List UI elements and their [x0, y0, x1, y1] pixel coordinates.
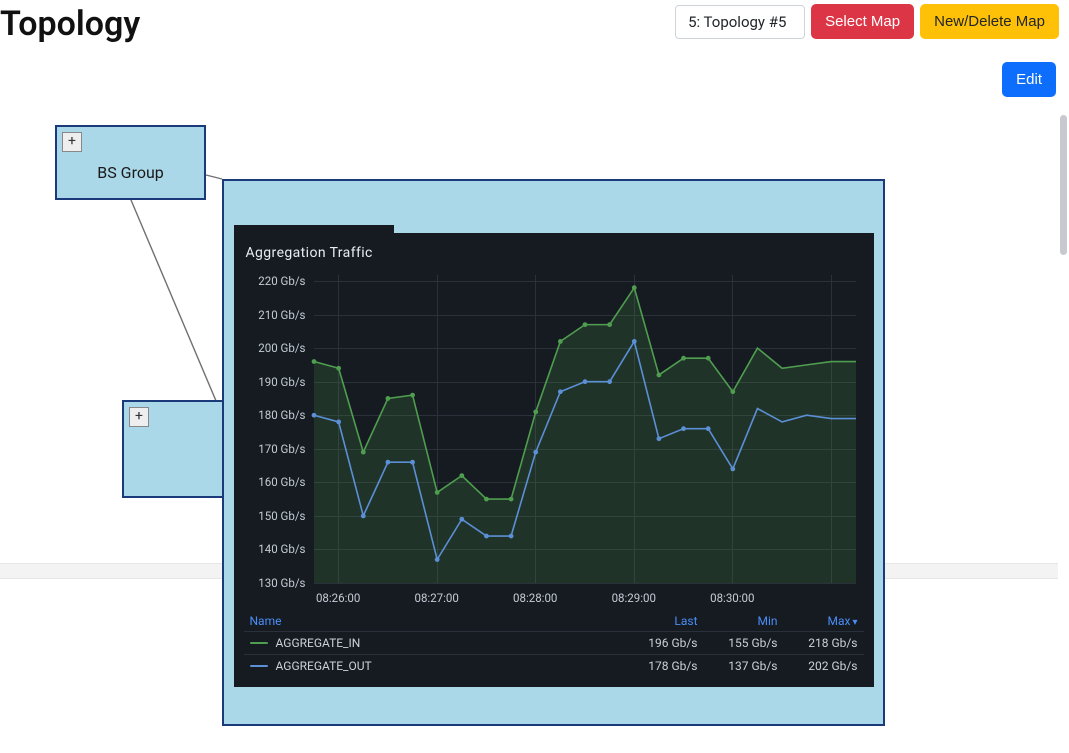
- legend-max: 218 Gb/s: [778, 636, 858, 650]
- page-title: Topology: [0, 4, 140, 44]
- select-map-button[interactable]: Select Map: [811, 4, 914, 39]
- chart-panel: Aggregation Traffic 220 Gb/s210 Gb/s200 …: [234, 233, 874, 687]
- legend-last: 196 Gb/s: [618, 636, 698, 650]
- map-selector[interactable]: 5: Topology #5: [675, 5, 805, 39]
- expand-icon[interactable]: +: [62, 132, 82, 152]
- topology-node-bs-group[interactable]: + BS Group: [55, 125, 206, 200]
- chart-title: Aggregation Traffic: [246, 245, 866, 261]
- legend-last: 178 Gb/s: [618, 659, 698, 673]
- legend-row[interactable]: AGGREGATE_IN 196 Gb/s155 Gb/s218 Gb/s: [244, 631, 864, 654]
- node-label: BS Group: [57, 163, 204, 182]
- topology-node-small[interactable]: +: [122, 400, 224, 498]
- legend-series-name: AGGREGATE_OUT: [276, 659, 372, 673]
- topology-canvas[interactable]: + BS Group + Aggregation Traffic 220 Gb/…: [0, 115, 1069, 715]
- legend-row[interactable]: AGGREGATE_OUT 178 Gb/s137 Gb/s202 Gb/s: [244, 654, 864, 677]
- legend-max: 202 Gb/s: [778, 659, 858, 673]
- vertical-scrollbar[interactable]: [1058, 115, 1069, 415]
- legend-header-name[interactable]: Name: [250, 614, 618, 628]
- chevron-down-icon: ▾: [852, 617, 857, 628]
- chart-legend: Name Last Min Max▾ AGGREGATE_IN196 Gb/s1…: [244, 611, 864, 677]
- legend-header-min[interactable]: Min: [698, 614, 778, 628]
- edit-button[interactable]: Edit: [1002, 62, 1056, 97]
- legend-min: 137 Gb/s: [698, 659, 778, 673]
- new-delete-map-button[interactable]: New/Delete Map: [920, 4, 1059, 39]
- expand-icon[interactable]: +: [129, 407, 149, 427]
- legend-header-last[interactable]: Last: [618, 614, 698, 628]
- legend-min: 155 Gb/s: [698, 636, 778, 650]
- legend-header-max[interactable]: Max▾: [778, 614, 858, 628]
- legend-series-name: AGGREGATE_IN: [276, 636, 361, 650]
- topology-node-chart-container[interactable]: Aggregation Traffic 220 Gb/s210 Gb/s200 …: [222, 179, 885, 726]
- chart-plot-area[interactable]: 220 Gb/s210 Gb/s200 Gb/s190 Gb/s180 Gb/s…: [244, 275, 864, 605]
